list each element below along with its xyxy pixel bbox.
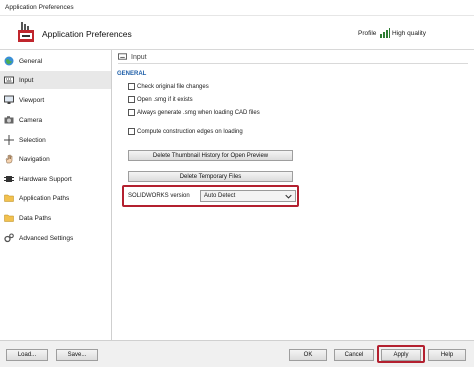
profile-value: High quality xyxy=(392,30,426,37)
sidebar-item-hardware-support[interactable]: Hardware Support xyxy=(0,170,111,188)
checkbox-label: Open .smg if it exists xyxy=(137,96,193,103)
monitor-icon xyxy=(4,95,14,105)
sidebar-item-input[interactable]: Input xyxy=(0,71,111,89)
delete-temporary-files-button[interactable]: Delete Temporary Files xyxy=(128,171,293,182)
keyboard-icon xyxy=(118,52,127,63)
title-bar: Application Preferences xyxy=(0,0,474,16)
checkbox-box[interactable] xyxy=(128,83,135,90)
dialog-header: Application Preferences Profile High qua… xyxy=(0,16,474,50)
sidebar-item-camera[interactable]: Camera xyxy=(0,111,111,129)
open-smg-checkbox[interactable]: Open .smg if it exists xyxy=(128,96,193,103)
load-button[interactable]: Load... xyxy=(6,349,48,361)
sidebar-item-navigation[interactable]: Navigation xyxy=(0,150,111,168)
window-title: Application Preferences xyxy=(5,4,74,11)
checkbox-box[interactable] xyxy=(128,109,135,116)
solidworks-version-value: Auto Detect xyxy=(204,193,236,199)
sidebar-item-general[interactable]: General xyxy=(0,52,111,70)
apply-highlight-box xyxy=(377,345,425,363)
sidebar-item-label: Advanced Settings xyxy=(19,234,74,242)
group-label: GENERAL xyxy=(117,71,147,77)
save-button[interactable]: Save... xyxy=(56,349,98,361)
sidebar-item-advanced-settings[interactable]: Advanced Settings xyxy=(0,229,111,247)
solidworks-version-label: SOLIDWORKS version xyxy=(128,193,190,199)
compute-construction-edges-checkbox[interactable]: Compute construction edges on loading xyxy=(128,128,243,135)
sidebar-item-label: Data Paths xyxy=(19,214,52,222)
keyboard-icon xyxy=(4,75,14,85)
sidebar-item-label: Selection xyxy=(19,136,46,144)
sidebar: General Input Viewport Camera Selection … xyxy=(0,50,112,340)
checkbox-label: Always generate .smg when loading CAD fi… xyxy=(137,109,260,116)
profile-selector[interactable]: High quality xyxy=(380,27,426,40)
gears-icon xyxy=(4,233,14,243)
sidebar-item-selection[interactable]: Selection xyxy=(0,131,111,149)
chip-icon xyxy=(4,174,14,184)
always-generate-smg-checkbox[interactable]: Always generate .smg when loading CAD fi… xyxy=(128,109,260,116)
delete-thumbnail-history-button[interactable]: Delete Thumbnail History for Open Previe… xyxy=(128,150,293,161)
sidebar-item-label: Application Paths xyxy=(19,194,70,202)
checkbox-label: Compute construction edges on loading xyxy=(137,128,243,135)
sidebar-item-label: General xyxy=(19,57,43,65)
folder-icon xyxy=(4,193,14,203)
folder-icon xyxy=(4,213,14,223)
sidebar-item-label: Camera xyxy=(19,116,43,124)
sidebar-item-data-paths[interactable]: Data Paths xyxy=(0,209,111,227)
app-title: Application Preferences xyxy=(42,29,132,39)
sidebar-item-viewport[interactable]: Viewport xyxy=(0,91,111,109)
sidebar-item-application-paths[interactable]: Application Paths xyxy=(0,189,111,207)
profile-label: Profile xyxy=(358,30,377,37)
checkbox-box[interactable] xyxy=(128,128,135,135)
checkbox-label: Check original file changes xyxy=(137,83,209,90)
cancel-button[interactable]: Cancel xyxy=(334,349,374,361)
camera-icon xyxy=(4,115,14,125)
sidebar-item-label: Navigation xyxy=(19,155,50,163)
check-original-file-changes-checkbox[interactable]: Check original file changes xyxy=(128,83,209,90)
crosshair-icon xyxy=(4,135,14,145)
help-button[interactable]: Help xyxy=(428,349,466,361)
checkbox-box[interactable] xyxy=(128,96,135,103)
section-title: Input xyxy=(131,54,147,61)
globe-icon xyxy=(4,56,14,66)
quality-icon xyxy=(380,27,390,40)
sidebar-item-label: Viewport xyxy=(19,96,45,104)
section-header: Input xyxy=(118,52,468,64)
sidebar-item-label: Input xyxy=(19,76,34,84)
solidworks-version-select[interactable]: Auto Detect xyxy=(200,190,296,202)
ok-button[interactable]: OK xyxy=(289,349,327,361)
hand-icon xyxy=(4,154,14,164)
chevron-down-icon xyxy=(285,193,292,202)
sidebar-item-label: Hardware Support xyxy=(19,175,72,183)
app-logo-icon xyxy=(17,22,35,44)
